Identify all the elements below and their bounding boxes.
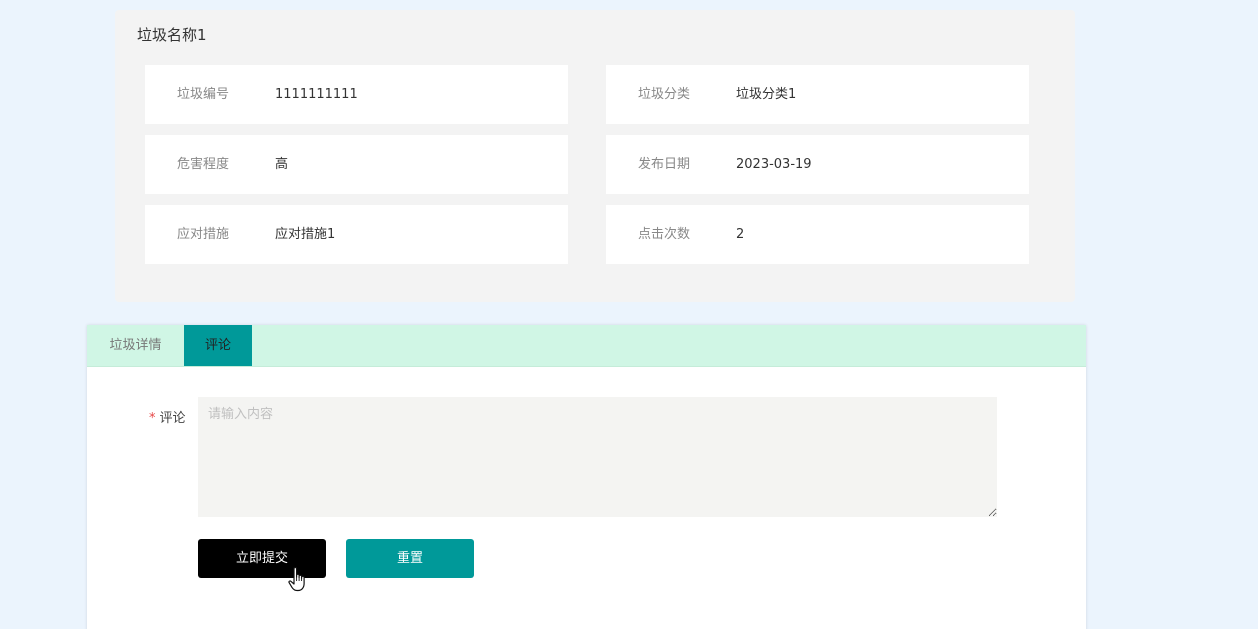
field-value: 高 xyxy=(275,157,289,172)
field-code: 垃圾编号 1111111111 xyxy=(145,65,568,124)
tab-comment[interactable]: 评论 xyxy=(184,325,252,366)
field-value: 2023-03-19 xyxy=(736,157,812,172)
page: 垃圾名称1 垃圾编号 1111111111 垃圾分类 垃圾分类1 危害程度 高 … xyxy=(0,0,1258,629)
field-category: 垃圾分类 垃圾分类1 xyxy=(606,65,1029,124)
field-label: 应对措施 xyxy=(177,227,230,242)
field-click-count: 点击次数 2 xyxy=(606,205,1029,264)
reset-button[interactable]: 重置 xyxy=(346,539,474,578)
detail-card: 垃圾名称1 垃圾编号 1111111111 垃圾分类 垃圾分类1 危害程度 高 … xyxy=(115,10,1075,302)
submit-button[interactable]: 立即提交 xyxy=(198,539,326,578)
field-measures: 应对措施 应对措施1 xyxy=(145,205,568,264)
detail-title: 垃圾名称1 xyxy=(137,26,207,44)
field-value: 1111111111 xyxy=(275,87,358,102)
field-value: 2 xyxy=(736,227,745,242)
required-mark: * xyxy=(149,411,156,426)
comment-label: * 评论 xyxy=(149,407,186,426)
comment-input[interactable] xyxy=(198,397,997,517)
field-label: 危害程度 xyxy=(177,157,230,172)
tabs-panel: 垃圾详情 评论 *评论 立即提交 重置 xyxy=(87,325,1086,629)
field-publish-date: 发布日期 2023-03-19 xyxy=(606,135,1029,194)
field-label: 点击次数 xyxy=(638,227,691,242)
field-hazard-level: 危害程度 高 xyxy=(145,135,568,194)
tab-detail[interactable]: 垃圾详情 xyxy=(87,325,184,366)
field-value: 垃圾分类1 xyxy=(736,87,797,102)
field-value: 应对措施1 xyxy=(275,227,336,242)
tab-bar: 垃圾详情 评论 xyxy=(87,325,1086,367)
field-label: 垃圾编号 xyxy=(177,87,230,102)
comment-label-text: 评论 xyxy=(159,411,186,426)
field-label: 发布日期 xyxy=(638,157,691,172)
field-label: 垃圾分类 xyxy=(638,87,691,102)
